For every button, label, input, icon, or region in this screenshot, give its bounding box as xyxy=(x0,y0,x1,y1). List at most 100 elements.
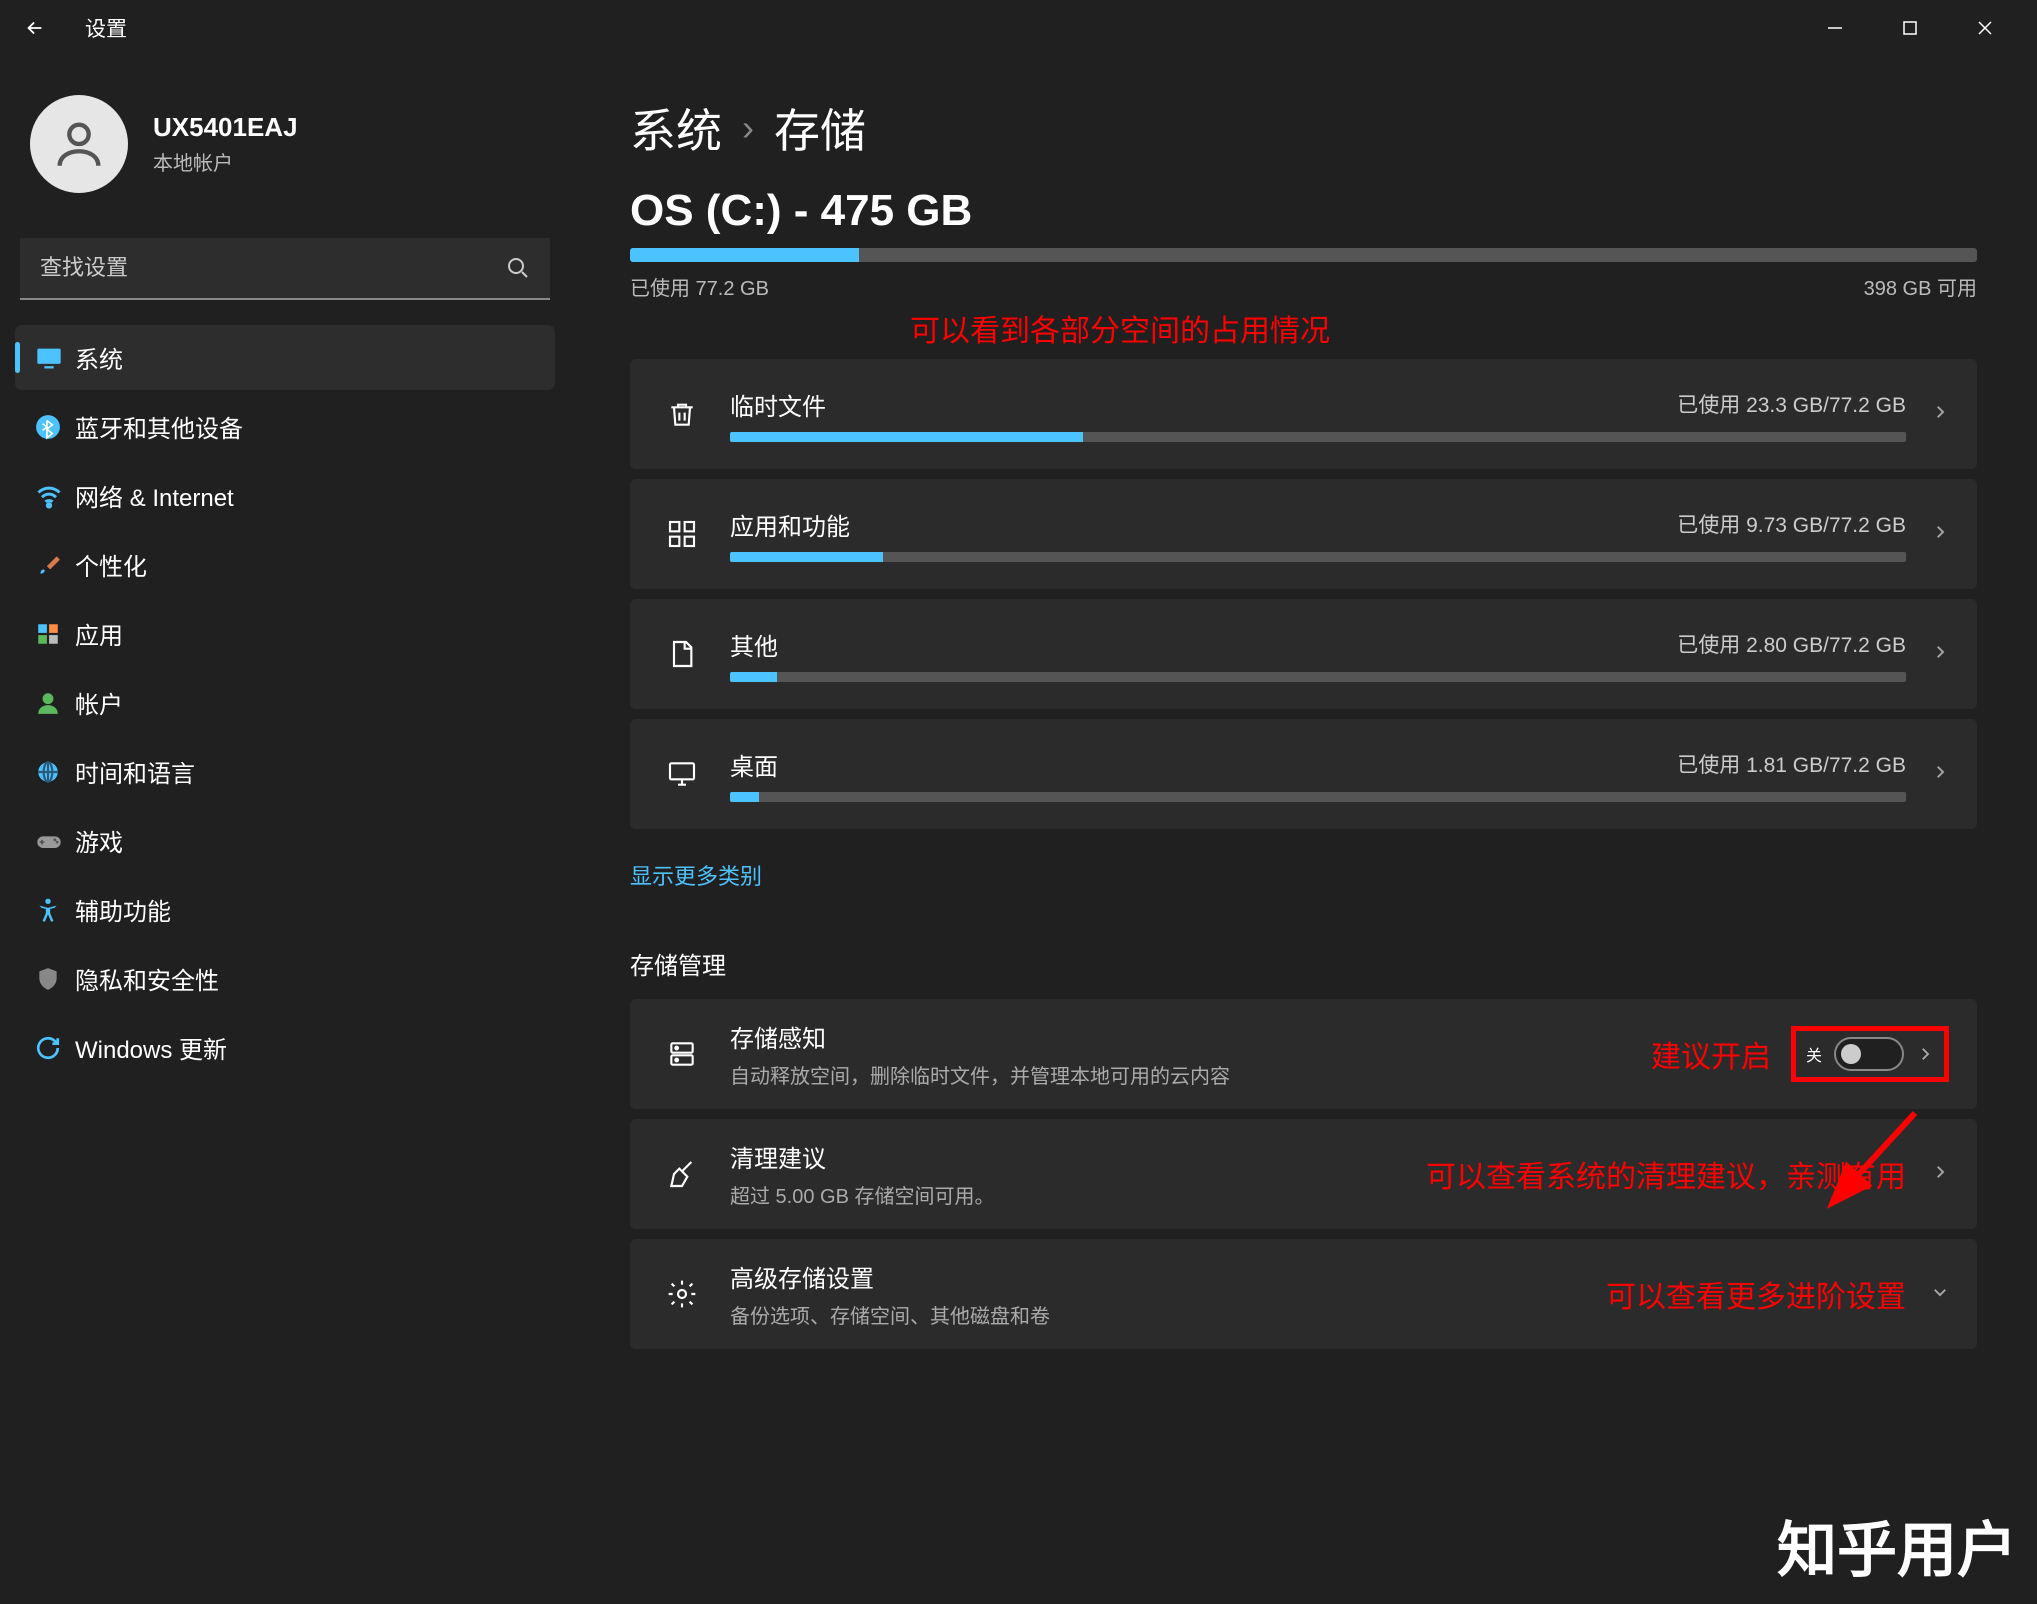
display-icon xyxy=(35,344,75,372)
category-usage: 已使用 9.73 GB/77.2 GB xyxy=(1677,509,1906,539)
chevron-right-icon[interactable] xyxy=(1916,1045,1934,1063)
category-usage: 已使用 23.3 GB/77.2 GB xyxy=(1677,389,1906,419)
shield-icon xyxy=(35,966,75,992)
broom-icon xyxy=(658,1158,706,1190)
show-more-link[interactable]: 显示更多类别 xyxy=(630,859,762,891)
minimize-button[interactable] xyxy=(1797,3,1872,53)
storage-category-2[interactable]: 其他 已使用 2.80 GB/77.2 GB xyxy=(630,599,1977,709)
profile-block[interactable]: UX5401EAJ 本地帐户 xyxy=(15,95,555,223)
sidebar-item-label: 辅助功能 xyxy=(75,892,171,927)
search-input[interactable] xyxy=(40,255,506,281)
sidebar-item-label: 蓝牙和其他设备 xyxy=(75,409,243,444)
main-content: 系统 › 存储 OS (C:) - 475 GB 已使用 77.2 GB 398… xyxy=(570,55,2037,1604)
sidebar-item-3[interactable]: 个性化 xyxy=(15,532,555,597)
chevron-down-icon xyxy=(1931,1283,1949,1306)
sidebar-item-0[interactable]: 系统 xyxy=(15,325,555,390)
category-usage: 已使用 2.80 GB/77.2 GB xyxy=(1677,629,1906,659)
storage-sense-toggle[interactable] xyxy=(1834,1037,1904,1071)
chevron-right-icon xyxy=(1931,403,1949,426)
sidebar-item-label: 时间和语言 xyxy=(75,754,195,789)
close-button[interactable] xyxy=(1947,3,2022,53)
drive-free-label: 398 GB 可用 xyxy=(1864,272,1977,301)
sidebar: UX5401EAJ 本地帐户 系统蓝牙和其他设备网络 & Internet 个性化… xyxy=(0,55,570,1604)
globe-icon xyxy=(35,759,75,785)
annotation-enable: 建议开启 xyxy=(1651,1032,1771,1076)
sidebar-item-label: 个性化 xyxy=(75,547,147,582)
toggle-highlight: 关 xyxy=(1791,1026,1949,1082)
breadcrumb: 系统 › 存储 xyxy=(630,95,1977,161)
sidebar-item-5[interactable]: 帐户 xyxy=(15,670,555,735)
breadcrumb-current: 存储 xyxy=(774,95,866,161)
chevron-right-icon xyxy=(1931,763,1949,786)
sidebar-item-4[interactable]: 应用 xyxy=(15,601,555,666)
bluetooth-icon xyxy=(35,414,75,440)
avatar xyxy=(30,95,128,193)
category-bar xyxy=(730,552,1906,562)
annotation-advanced: 可以查看更多进阶设置 xyxy=(1606,1272,1906,1316)
accessibility-icon xyxy=(35,897,75,923)
annotation-usage: 可以看到各部分空间的占用情况 xyxy=(910,306,1330,350)
server-icon xyxy=(658,1038,706,1070)
file-icon xyxy=(658,638,706,670)
sidebar-item-label: 系统 xyxy=(75,340,123,375)
back-button[interactable] xyxy=(15,17,55,39)
category-bar xyxy=(730,792,1906,802)
mgmt-title: 存储感知 xyxy=(730,1019,1230,1054)
monitor-icon xyxy=(658,758,706,790)
sidebar-item-9[interactable]: 隐私和安全性 xyxy=(15,946,555,1011)
chevron-right-icon xyxy=(1931,523,1949,546)
search-icon xyxy=(506,256,530,280)
category-title: 桌面 xyxy=(730,747,778,782)
sidebar-item-label: 游戏 xyxy=(75,823,123,858)
sidebar-item-7[interactable]: 游戏 xyxy=(15,808,555,873)
mgmt-item-2[interactable]: 高级存储设置 备份选项、存储空间、其他磁盘和卷 可以查看更多进阶设置 xyxy=(630,1239,1977,1349)
storage-mgmt-title: 存储管理 xyxy=(630,946,1977,981)
mgmt-sub: 备份选项、存储空间、其他磁盘和卷 xyxy=(730,1300,1050,1329)
storage-category-3[interactable]: 桌面 已使用 1.81 GB/77.2 GB xyxy=(630,719,1977,829)
apps-grid-icon xyxy=(658,518,706,550)
sidebar-item-label: 网络 & Internet xyxy=(75,478,234,513)
category-title: 临时文件 xyxy=(730,387,826,422)
toggle-label: 关 xyxy=(1806,1042,1822,1066)
sidebar-item-2[interactable]: 网络 & Internet xyxy=(15,463,555,528)
mgmt-sub: 超过 5.00 GB 存储空间可用。 xyxy=(730,1180,995,1209)
chevron-right-icon xyxy=(1931,1163,1949,1186)
gamepad-icon xyxy=(35,827,75,855)
update-icon xyxy=(35,1035,75,1061)
annotation-arrow xyxy=(1820,1105,1930,1225)
mgmt-title: 高级存储设置 xyxy=(730,1259,1050,1294)
title-bar: 设置 xyxy=(0,0,2037,55)
chevron-right-icon xyxy=(1931,643,1949,666)
storage-category-1[interactable]: 应用和功能 已使用 9.73 GB/77.2 GB xyxy=(630,479,1977,589)
breadcrumb-parent[interactable]: 系统 xyxy=(630,95,722,161)
search-input-wrap[interactable] xyxy=(20,238,550,300)
mgmt-item-1[interactable]: 清理建议 超过 5.00 GB 存储空间可用。 可以查看系统的清理建议，亲测有用 xyxy=(630,1119,1977,1229)
drive-used-label: 已使用 77.2 GB xyxy=(630,272,769,301)
sidebar-item-1[interactable]: 蓝牙和其他设备 xyxy=(15,394,555,459)
watermark: 知乎用户 xyxy=(1777,1502,2017,1589)
sidebar-item-label: 帐户 xyxy=(75,685,123,720)
sidebar-item-label: Windows 更新 xyxy=(75,1030,227,1065)
window-title: 设置 xyxy=(85,13,127,43)
person-icon xyxy=(35,690,75,716)
nav-list: 系统蓝牙和其他设备网络 & Internet 个性化应用帐户时间和语言游戏辅助功能… xyxy=(15,325,555,1080)
sidebar-item-8[interactable]: 辅助功能 xyxy=(15,877,555,942)
category-title: 其他 xyxy=(730,627,778,662)
mgmt-item-0[interactable]: 存储感知 自动释放空间，删除临时文件，并管理本地可用的云内容 建议开启 关 xyxy=(630,999,1977,1109)
profile-name: UX5401EAJ xyxy=(153,112,298,143)
storage-category-0[interactable]: 临时文件 已使用 23.3 GB/77.2 GB xyxy=(630,359,1977,469)
category-bar xyxy=(730,672,1906,682)
category-bar xyxy=(730,432,1906,442)
category-title: 应用和功能 xyxy=(730,507,850,542)
brush-icon xyxy=(35,552,75,578)
category-usage: 已使用 1.81 GB/77.2 GB xyxy=(1677,749,1906,779)
trash-icon xyxy=(658,398,706,430)
sidebar-item-6[interactable]: 时间和语言 xyxy=(15,739,555,804)
sidebar-item-label: 应用 xyxy=(75,616,123,651)
mgmt-sub: 自动释放空间，删除临时文件，并管理本地可用的云内容 xyxy=(730,1060,1230,1089)
sidebar-item-10[interactable]: Windows 更新 xyxy=(15,1015,555,1080)
profile-sub: 本地帐户 xyxy=(153,147,298,176)
maximize-button[interactable] xyxy=(1872,3,1947,53)
chevron-right-icon: › xyxy=(742,107,754,149)
sidebar-item-label: 隐私和安全性 xyxy=(75,961,219,996)
